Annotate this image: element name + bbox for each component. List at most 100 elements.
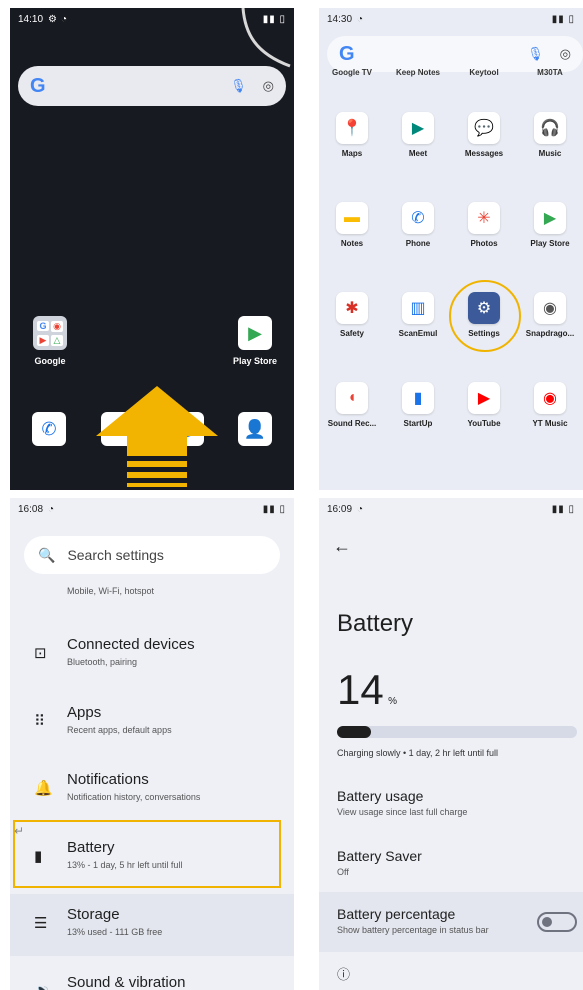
app-label: StartUp: [403, 419, 433, 428]
top-row-app-label[interactable]: Keytool: [451, 68, 517, 77]
search-settings-placeholder: Search settings: [67, 547, 164, 563]
settings-item-connected-devices[interactable]: ⊡ Connected devices Bluetooth, pairing: [10, 624, 294, 686]
app-phone[interactable]: ✆ Phone: [385, 202, 451, 248]
gear-icon: ⚙: [48, 13, 57, 25]
toggle-knob: [542, 917, 552, 927]
play-store-shortcut[interactable]: ▶ Play Store: [228, 316, 282, 366]
safety-icon: ✱: [336, 292, 368, 324]
maps-icon: 📍: [336, 112, 368, 144]
back-arrow-icon[interactable]: ←: [333, 536, 351, 557]
app-meet[interactable]: ▶ Meet: [385, 112, 451, 158]
battery-percentage-title: Battery percentage: [337, 906, 456, 922]
battery-status-icon: ▮▮ ▯: [551, 13, 575, 25]
phone-icon[interactable]: ✆: [32, 412, 66, 446]
app-play-store[interactable]: ▶ Play Store: [517, 202, 583, 248]
app-label: YouTube: [467, 419, 501, 428]
app-search-bar[interactable]: G 🎙 ◎: [327, 36, 583, 72]
settings-item-subtitle: Bluetooth, pairing: [67, 657, 138, 667]
battery-saver-item[interactable]: Battery Saver Off: [337, 848, 422, 877]
top-row-app-label[interactable]: Keep Notes: [385, 68, 451, 77]
lens-icon[interactable]: ◎: [560, 46, 571, 62]
notes-icon: ▬: [336, 202, 368, 234]
battery-usage-title: Battery usage: [337, 788, 424, 804]
settings-item-subtitle: Notification history, conversations: [67, 792, 201, 802]
battery-panel: 16:09 ◔ ▮▮ ▯ ← Battery 14 % Charging slo…: [319, 498, 583, 990]
battery-level-bar: [337, 726, 577, 738]
settings-item-apps[interactable]: ⠿ Apps Recent apps, default apps: [10, 692, 294, 754]
settings-highlight-circle: [449, 280, 521, 352]
app-startup[interactable]: ▮ StartUp: [385, 382, 451, 428]
settings-item-title: Storage: [67, 906, 120, 923]
app-label: Music: [538, 149, 562, 158]
meet-icon: ▶: [402, 112, 434, 144]
charging-status: Charging slowly • 1 day, 2 hr left until…: [337, 748, 499, 758]
music-icon: 🎧: [534, 112, 566, 144]
app-safety[interactable]: ✱ Safety: [319, 292, 385, 338]
app-label: Photos: [470, 239, 498, 248]
battery-level-display: 14 %: [337, 666, 397, 714]
app-label: Notes: [340, 239, 364, 248]
messages-icon: 💬: [468, 112, 500, 144]
app-snapdragon[interactable]: ◉ Snapdrago...: [517, 292, 583, 338]
settings-item-subtitle: Recent apps, default apps: [67, 724, 172, 735]
app-maps[interactable]: 📍 Maps: [319, 112, 385, 158]
settings-item-sound-vibration[interactable]: 🔉 Sound & vibration: [10, 962, 294, 990]
recorder-icon: ◖: [336, 382, 368, 414]
battery-level-fill: [337, 726, 371, 738]
cursor-icon: ↵: [14, 824, 25, 838]
app-notes[interactable]: ▬ Notes: [319, 202, 385, 248]
mic-icon[interactable]: 🎙: [527, 46, 544, 62]
startup-icon: ▮: [402, 382, 434, 414]
play-store-icon: ▶: [238, 316, 272, 350]
photos-icon: ✳: [468, 202, 500, 234]
apps-grid-icon: ⠿: [34, 712, 45, 730]
storage-icon: ☰: [34, 915, 48, 932]
contacts-icon[interactable]: 👤: [238, 412, 272, 446]
top-row-app-label[interactable]: M30TA: [517, 68, 583, 77]
battery-percentage-text: Battery percentage Show battery percenta…: [337, 906, 489, 935]
app-label: Phone: [405, 239, 431, 248]
app-messages[interactable]: 💬 Messages: [451, 112, 517, 158]
notification-icon: ◔: [357, 503, 364, 515]
status-time: 14:30: [327, 13, 353, 25]
snapdragon-icon: ◉: [534, 292, 566, 324]
settings-item-title: Notifications: [67, 771, 149, 788]
battery-usage-item[interactable]: Battery usage View usage since last full…: [337, 788, 467, 817]
network-subtitle: Mobile, Wi-Fi, hotspot: [67, 586, 155, 596]
app-photos[interactable]: ✳ Photos: [451, 202, 517, 248]
battery-percentage-toggle[interactable]: [537, 912, 577, 932]
mic-icon[interactable]: 🎙: [230, 78, 247, 94]
google-folder[interactable]: G ◉ ▶ △ Google: [28, 316, 72, 366]
search-settings-bar[interactable]: 🔍 Search settings: [24, 536, 280, 574]
lens-icon[interactable]: ◎: [263, 78, 274, 94]
app-label: Meet: [408, 149, 428, 158]
play-store-icon: ▶: [534, 202, 566, 234]
battery-saver-sub: Off: [337, 867, 349, 877]
status-bar: 16:08 ◔ ▮▮ ▯: [10, 498, 294, 520]
app-label: ScanEmul: [398, 329, 438, 338]
settings-item-storage[interactable]: ☰ Storage 13% used - 111 GB free: [10, 894, 294, 956]
battery-level: 14: [337, 666, 384, 713]
battery-percentage-item[interactable]: Battery percentage Show battery percenta…: [319, 892, 583, 952]
app-youtube[interactable]: ▶ YouTube: [451, 382, 517, 428]
page-title: Battery: [337, 610, 414, 637]
app-recorder[interactable]: ◖ Sound Rec...: [319, 382, 385, 428]
app-label: Maps: [341, 149, 363, 158]
ytmusic-icon: ◉: [534, 382, 566, 414]
app-music[interactable]: 🎧 Music: [517, 112, 583, 158]
google-search-bar[interactable]: G 🎙 ◎: [18, 66, 286, 106]
battery-percentage-sub: Show battery percentage in status bar: [337, 925, 489, 935]
speaker-icon: 🔉: [34, 982, 53, 990]
app-label: Messages: [464, 149, 504, 158]
status-time: 16:09: [327, 503, 353, 515]
youtube-icon: ▶: [468, 382, 500, 414]
settings-item-notifications[interactable]: 🔔 Notifications Notification history, conv…: [10, 759, 294, 821]
app-label: Play Store: [530, 239, 570, 248]
top-row-app-label[interactable]: Google TV: [319, 68, 385, 77]
notification-icon: ◔: [61, 13, 68, 25]
status-bar: 16:09 ◔ ▮▮ ▯: [319, 498, 583, 520]
app-ytmusic[interactable]: ◉ YT Music: [517, 382, 583, 428]
app-scan[interactable]: ▥ ScanEmul: [385, 292, 451, 338]
app-drawer-panel: 14:30 ◔ ▮▮ ▯ G 🎙 ◎ Google TV Keep Notes Ke…: [319, 8, 583, 490]
battery-status-icon: ▮▮ ▯: [551, 503, 575, 515]
